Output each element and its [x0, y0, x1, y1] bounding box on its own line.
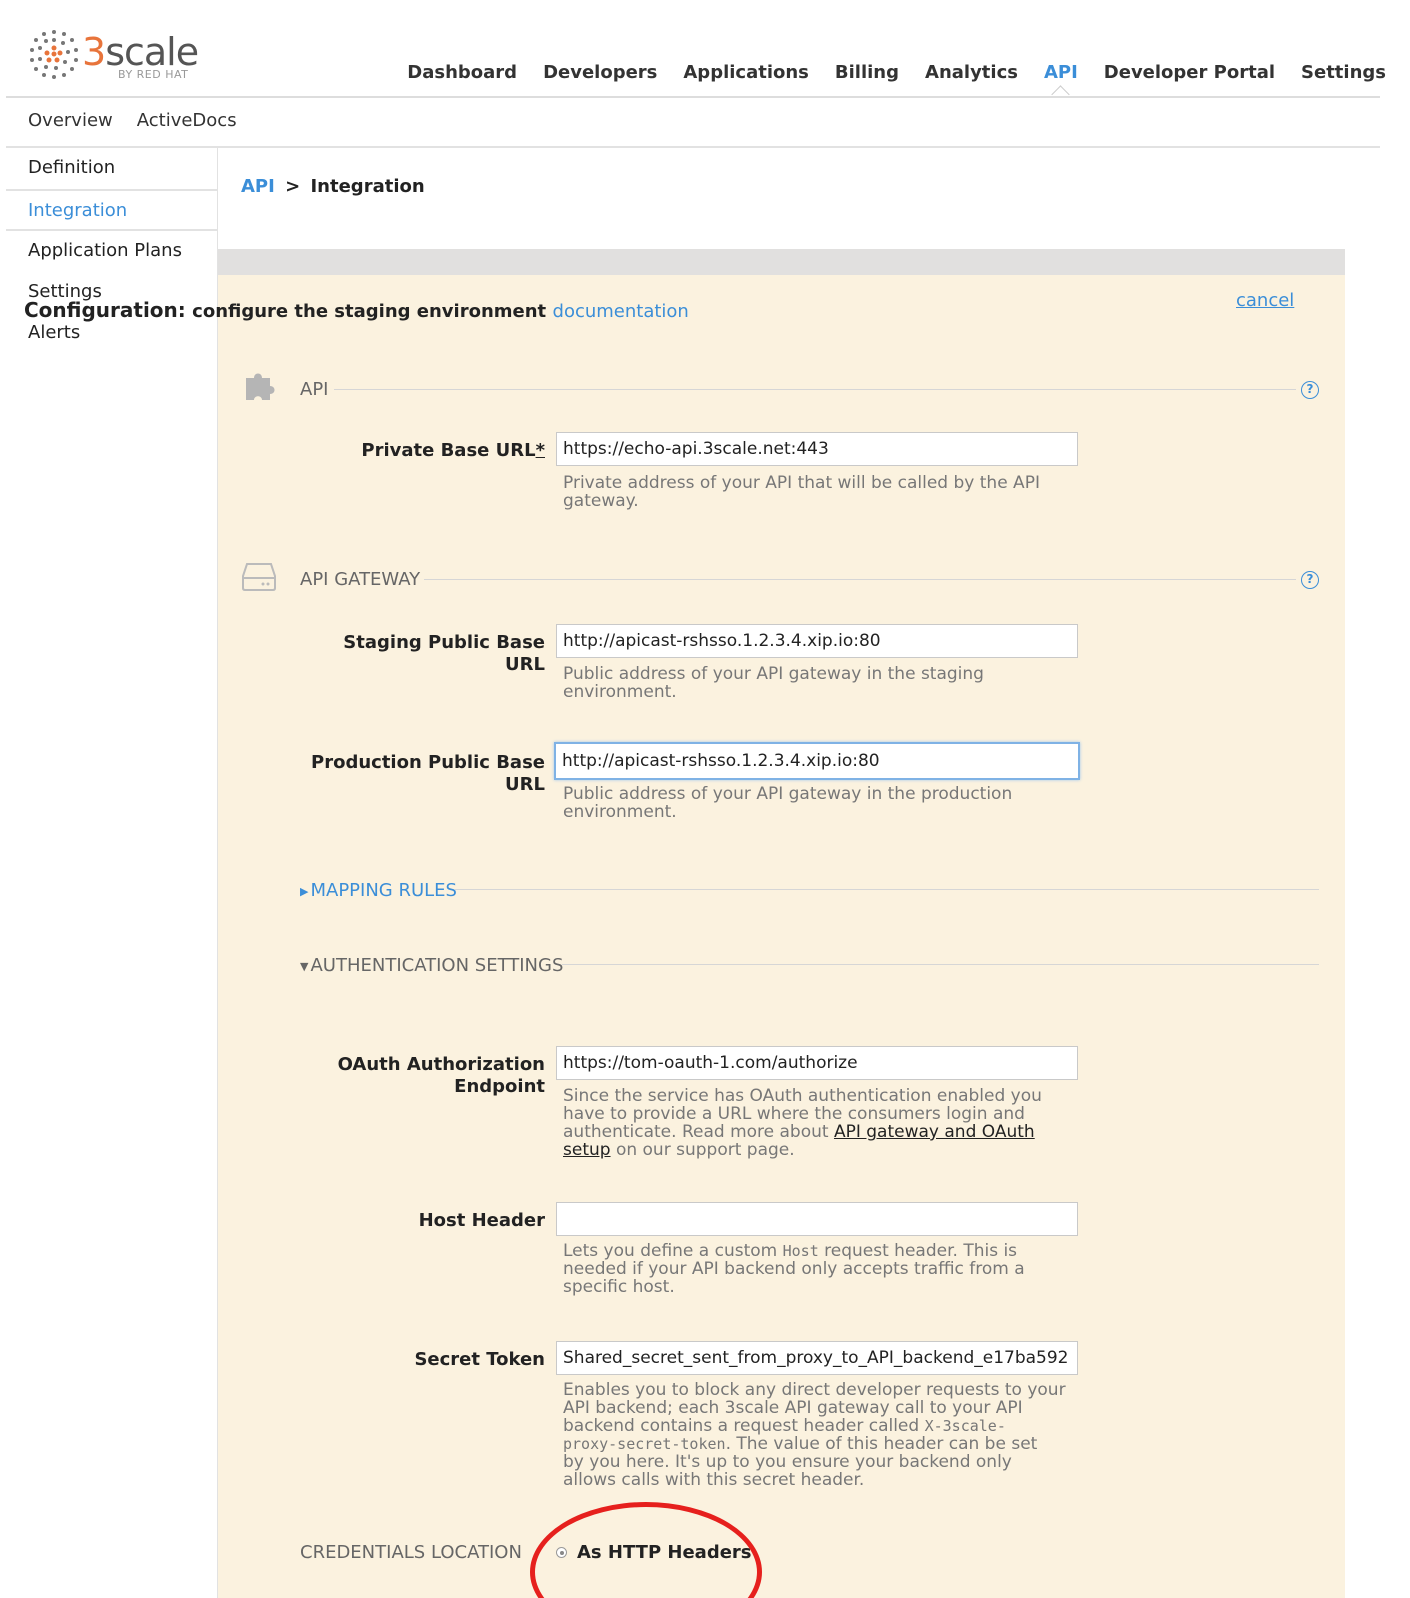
required-mark: * — [535, 440, 545, 461]
section-gateway-title: API GATEWAY — [300, 569, 421, 590]
mapping-rules-title: MAPPING RULES — [310, 880, 457, 901]
sidebar: Definition Integration Application Plans… — [6, 148, 218, 354]
breadcrumb-current: Integration — [310, 176, 425, 197]
mapping-rules-rule — [455, 889, 1319, 890]
gateway-help-icon[interactable]: ? — [1301, 571, 1319, 589]
topnav-analytics[interactable]: Analytics — [925, 62, 1018, 83]
topnav-settings[interactable]: Settings — [1301, 62, 1386, 83]
config-subtitle: configure the staging environment — [192, 301, 547, 322]
host-header-help: Lets you define a custom Host request he… — [563, 1242, 1063, 1296]
top-navigation: Dashboard Developers Applications Billin… — [381, 62, 1386, 83]
oauth-help-line4: on our support page. — [615, 1140, 795, 1160]
breadcrumb: API > Integration — [241, 176, 425, 197]
oauth-endpoint-label-line2: Endpoint — [454, 1076, 545, 1097]
host-header-input[interactable] — [556, 1202, 1078, 1236]
host-help-line2: needed if your API backend only accepts … — [563, 1259, 1025, 1279]
host-help-post: request header. This is — [824, 1241, 1018, 1261]
oauth-help-line1: Since the service has OAuth authenticati… — [563, 1086, 1042, 1106]
oauth-endpoint-label: OAuth Authorization Endpoint — [300, 1054, 545, 1098]
oauth-help-line3: authenticate. Read more about — [563, 1122, 829, 1142]
secret-token-label: Secret Token — [414, 1349, 545, 1370]
breadcrumb-separator: > — [285, 176, 301, 197]
private-base-url-help: Private address of your API that will be… — [563, 473, 1040, 511]
private-base-url-input[interactable] — [556, 432, 1078, 466]
topnav-applications[interactable]: Applications — [683, 62, 809, 83]
production-url-label-line1: Production Public Base — [311, 752, 545, 773]
host-help-code: Host — [782, 1242, 819, 1260]
sidebar-item-definition[interactable]: Definition — [6, 148, 218, 189]
private-base-url-label-text: Private Base URL — [361, 440, 536, 461]
mapping-rules-toggle[interactable]: ▶ MAPPING RULES — [300, 880, 457, 901]
production-url-label-line2: URL — [505, 774, 545, 795]
host-header-label: Host Header — [418, 1210, 545, 1231]
oauth-setup-link-cont[interactable]: setup — [563, 1140, 611, 1160]
page-title: Configuration: configure the staging env… — [24, 298, 689, 322]
staging-url-help: Public address of your API gateway in th… — [563, 664, 984, 702]
subnav-overview[interactable]: Overview — [28, 110, 113, 131]
oauth-endpoint-help: Since the service has OAuth authenticati… — [563, 1087, 1073, 1159]
subnav-activedocs[interactable]: ActiveDocs — [137, 110, 237, 131]
credentials-location-label: CREDENTIALS LOCATION — [300, 1542, 522, 1563]
logo-subtitle: BY RED HAT — [118, 68, 189, 81]
production-url-label: Production Public Base URL — [300, 752, 545, 796]
sub-navigation: Overview ActiveDocs — [28, 110, 237, 131]
secret-help-line2: API backend; each 3scale API gateway cal… — [563, 1398, 1023, 1418]
triangle-right-icon: ▶ — [300, 884, 309, 898]
oauth-endpoint-label-line1: OAuth Authorization — [337, 1054, 545, 1075]
authentication-settings-rule — [562, 964, 1319, 965]
secret-help-line5: by you here. It's up to you ensure your … — [563, 1452, 1012, 1472]
topnav-dashboard[interactable]: Dashboard — [407, 62, 517, 83]
section-api-title: API — [300, 379, 329, 400]
config-title-label: Configuration: — [24, 298, 186, 322]
logo-dots-icon — [30, 30, 78, 79]
secret-help-code-a: X-3scale- — [924, 1417, 1006, 1435]
brand-logo[interactable]: 3scale BY RED HAT — [28, 28, 208, 84]
documentation-link[interactable]: documentation — [553, 301, 689, 322]
cancel-link[interactable]: cancel — [1236, 290, 1294, 311]
secret-help-line4: . The value of this header can be set — [725, 1434, 1038, 1454]
secret-help-line6: allows calls with this secret header. — [563, 1470, 865, 1490]
topnav-developers[interactable]: Developers — [543, 62, 657, 83]
host-help-pre: Lets you define a custom — [563, 1241, 778, 1261]
gateway-server-icon — [242, 563, 276, 591]
section-gateway-rule — [424, 579, 1296, 580]
breadcrumb-api-link[interactable]: API — [241, 176, 275, 197]
oauth-endpoint-input[interactable] — [556, 1046, 1078, 1080]
topnav-billing[interactable]: Billing — [835, 62, 899, 83]
section-api-rule — [334, 389, 1296, 390]
puzzle-icon — [246, 373, 275, 400]
production-url-input[interactable] — [554, 742, 1080, 780]
secret-token-help: Enables you to block any direct develope… — [563, 1381, 1078, 1489]
secret-token-input[interactable] — [556, 1341, 1078, 1375]
secret-help-line1: Enables you to block any direct develope… — [563, 1380, 1066, 1400]
topnav-developer-portal[interactable]: Developer Portal — [1104, 62, 1275, 83]
secret-help-code-b: proxy-secret-token — [563, 1435, 726, 1453]
authentication-settings-toggle[interactable]: ▼ AUTHENTICATION SETTINGS — [300, 955, 563, 976]
triangle-down-icon: ▼ — [300, 959, 309, 973]
private-base-url-label: Private Base URL* — [300, 440, 545, 462]
host-help-line3: specific host. — [563, 1277, 675, 1297]
header-divider — [6, 96, 1380, 98]
staging-url-label: Staging Public Base URL — [343, 632, 545, 675]
topnav-api[interactable]: API — [1044, 62, 1078, 83]
panel-header-bar — [218, 249, 1345, 275]
production-url-help: Public address of your API gateway in th… — [563, 784, 1013, 822]
oauth-help-line2: have to provide a URL where the consumer… — [563, 1104, 1025, 1124]
secret-help-line3: backend contains a request header called — [563, 1416, 920, 1436]
staging-url-input[interactable] — [556, 624, 1078, 658]
sidebar-item-application-plans[interactable]: Application Plans — [6, 231, 218, 272]
sidebar-item-integration[interactable]: Integration — [6, 189, 218, 231]
authentication-settings-title: AUTHENTICATION SETTINGS — [310, 955, 564, 976]
oauth-setup-link[interactable]: API gateway and OAuth — [834, 1122, 1035, 1142]
api-help-icon[interactable]: ? — [1301, 381, 1319, 399]
